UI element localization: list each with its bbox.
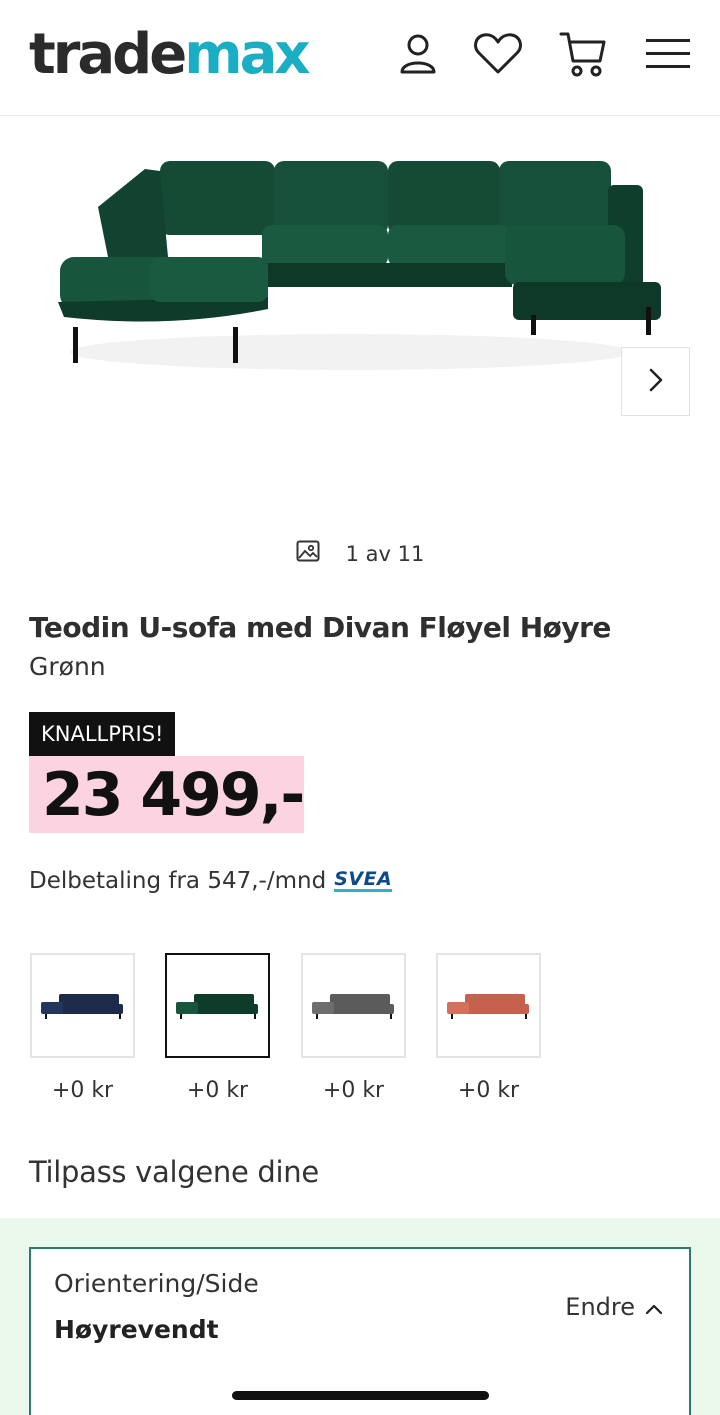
product-variant: Grønn bbox=[29, 652, 106, 681]
sofa-thumbnail bbox=[175, 993, 258, 1019]
color-swatch-green[interactable] bbox=[165, 953, 270, 1058]
image-icon bbox=[296, 540, 320, 567]
image-counter: 1 av 11 bbox=[0, 540, 720, 567]
site-header: trademax bbox=[0, 0, 720, 116]
swatch-price: +0 kr bbox=[186, 1078, 249, 1103]
chevron-up-icon bbox=[645, 1293, 663, 1321]
home-indicator bbox=[232, 1391, 489, 1400]
price-box: 23 499,- bbox=[29, 756, 305, 833]
svea-logo[interactable]: SVEA bbox=[334, 870, 393, 892]
swatch-price: +0 kr bbox=[457, 1078, 520, 1103]
sofa-thumbnail bbox=[311, 993, 394, 1019]
color-swatch-rust[interactable] bbox=[436, 953, 541, 1058]
product-image bbox=[58, 161, 661, 370]
customize-heading: Tilpass valgene dine bbox=[29, 1155, 319, 1189]
price-badge: KNALLPRIS! bbox=[29, 712, 176, 756]
edit-option-button[interactable]: Endre bbox=[565, 1293, 663, 1321]
color-swatch-grey[interactable] bbox=[301, 953, 406, 1058]
swatch-price: +0 kr bbox=[51, 1078, 114, 1103]
trademax-logo[interactable]: trademax bbox=[29, 24, 311, 86]
chevron-right-icon bbox=[648, 367, 664, 397]
image-counter-text: 1 av 11 bbox=[345, 541, 425, 566]
sofa-thumbnail bbox=[40, 993, 123, 1019]
sofa-thumbnail bbox=[446, 993, 529, 1019]
cart-icon[interactable] bbox=[557, 28, 609, 80]
option-label: Orientering/Side bbox=[54, 1269, 259, 1298]
option-value: Høyrevendt bbox=[54, 1315, 219, 1344]
financing-text: Delbetaling fra 547,-/mnd bbox=[29, 868, 327, 894]
orientation-option-card[interactable]: Orientering/Side Høyrevendt Endre bbox=[29, 1247, 691, 1415]
heart-icon[interactable] bbox=[472, 28, 524, 80]
financing-info: Delbetaling fra 547,-/mnd SVEA bbox=[29, 868, 393, 894]
user-icon[interactable] bbox=[392, 28, 444, 80]
product-title: Teodin U-sofa med Divan Fløyel Høyre bbox=[29, 611, 611, 644]
menu-icon[interactable] bbox=[642, 28, 694, 80]
swatch-price: +0 kr bbox=[322, 1078, 385, 1103]
color-swatch-blue[interactable] bbox=[30, 953, 135, 1058]
product-price: 23 499,- bbox=[42, 760, 305, 830]
product-image-gallery[interactable] bbox=[0, 117, 720, 527]
next-image-button[interactable] bbox=[621, 347, 690, 416]
edit-label: Endre bbox=[565, 1293, 635, 1321]
